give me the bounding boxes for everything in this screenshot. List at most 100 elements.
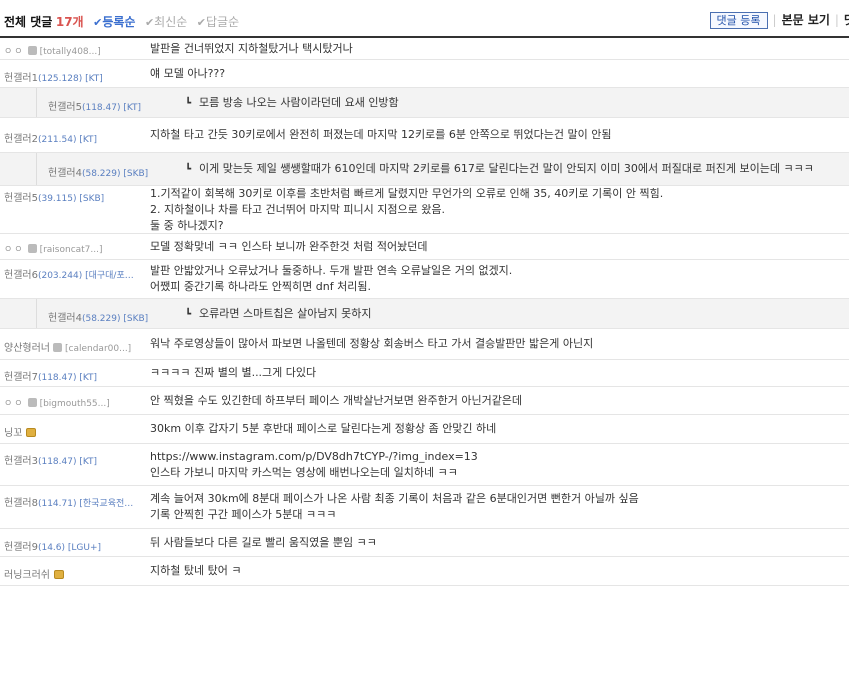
- comment-line: 워낙 주로영상들이 많아서 파보면 나올텐데 정황상 회송버스 타고 가서 결승…: [150, 336, 593, 352]
- comment-author[interactable]: 헌갤러5(39.115) [SKB]: [4, 189, 144, 204]
- author-ip: (114.71) [한국교육전…: [37, 499, 134, 509]
- comment-row: ㅇㅇ [bigmouth55...] 안 찍혔을 수도 있긴한데 하프부터 페이스 …: [0, 387, 849, 415]
- author-name[interactable]: 러닝크러쉬: [4, 570, 50, 581]
- comment-author[interactable]: 양산형러너 [calendar00...]: [4, 339, 144, 354]
- comment-text: ┗ 모름 방송 나오는 사람이라던데 요새 인방함: [185, 95, 399, 112]
- author-name[interactable]: 헌갤러9: [4, 542, 38, 553]
- comment-author[interactable]: ㅇㅇ [totally408...]: [4, 44, 144, 57]
- author-ip: [calendar00...]: [65, 344, 132, 354]
- author-name[interactable]: 양산형러너: [4, 343, 50, 354]
- author-name[interactable]: 헌갤러2: [4, 134, 38, 145]
- comment-author[interactable]: 헌갤러5(118.47) [KT]: [48, 98, 188, 113]
- comment-text: 얘 모델 아나???: [150, 66, 225, 82]
- author-name[interactable]: 헌갤러8: [4, 498, 38, 509]
- comment-row: 러닝크러쉬 지하철 탔네 탔어 ㅋ: [0, 557, 849, 586]
- comment-line: 30km 이후 갑자기 5분 후반대 페이스로 달린다는게 정황상 좀 안맞긴 …: [150, 421, 496, 437]
- comment-author[interactable]: 닝꼬: [4, 424, 144, 439]
- comment-header-left: 전체 댓글 17개 ✔등록순 ✔최신순 ✔답글순: [4, 13, 239, 30]
- comment-text: ㅋㅋㅋㅋ 진짜 별의 별...그게 다있다: [150, 365, 316, 381]
- author-name[interactable]: ㅇㅇ: [4, 245, 25, 255]
- comment-line-text: 모름 방송 나오는 사람이라던데 요새 인방함: [199, 96, 399, 109]
- author-name[interactable]: 닝꼬: [4, 428, 22, 439]
- more-link[interactable]: 댓: [844, 13, 849, 27]
- comment-row: 헌갤러3(118.47) [KT] https://www.instagram.c…: [0, 444, 849, 486]
- comment-text: ┗ 이게 맞는듯 제일 쌩쌩할때가 610인데 마지막 2키로를 617로 달린다…: [185, 161, 814, 178]
- comment-text: 계속 늘어져 30km에 8분대 페이스가 나온 사람 최종 기록이 처음과 같…: [150, 491, 639, 523]
- comment-text: 워낙 주로영상들이 많아서 파보면 나올텐데 정황상 회송버스 타고 가서 결승…: [150, 336, 593, 352]
- comment-text: 모델 정확맞네 ㅋㅋ 인스타 보니까 완주한것 처럼 적어놨던데: [150, 239, 427, 255]
- comment-author[interactable]: ㅇㅇ [raisoncat7...]: [4, 242, 144, 255]
- comment-author[interactable]: 헌갤러2(211.54) [KT]: [4, 130, 144, 145]
- author-name[interactable]: 헌갤러4: [48, 168, 82, 179]
- comment-line: 발판 안밟았거나 오류났거나 둘중하나. 두개 발판 연속 오류날일은 거의 없…: [150, 263, 512, 279]
- comment-line-text: 오류라면 스마트칩은 살아남지 못하지: [199, 307, 372, 320]
- member-icon: [54, 570, 64, 579]
- comment-text: 30km 이후 갑자기 5분 후반대 페이스로 달린다는게 정황상 좀 안맞긴 …: [150, 421, 496, 437]
- comment-line: ┗ 모름 방송 나오는 사람이라던데 요새 인방함: [185, 95, 399, 112]
- author-name[interactable]: 헌갤러3: [4, 456, 38, 467]
- comment-line: 지하철 탔네 탔어 ㅋ: [150, 563, 241, 579]
- comment-line: 기록 안찍힌 구간 페이스가 5분대 ㅋㅋㅋ: [150, 507, 639, 523]
- comment-author[interactable]: 헌갤러8(114.71) [한국교육전…: [4, 494, 144, 509]
- author-name[interactable]: 헌갤러1: [4, 73, 38, 84]
- reply-row: 헌갤러4(58.229) [SKB] ┗ 이게 맞는듯 제일 쌩쌩할때가 610인데…: [0, 153, 849, 186]
- author-ip: (58.229) [SKB]: [81, 314, 149, 324]
- divider: |: [772, 13, 777, 27]
- comment-text: ┗ 오류라면 스마트칩은 살아남지 못하지: [185, 306, 371, 323]
- comment-line-text: 워낙 주로영상들이 많아서 파보면 나올텐데 정황상 회송버스 타고 가서 결승…: [150, 337, 594, 350]
- comment-text: 뒤 사람들보다 다른 길로 빨리 움직였을 뿐임 ㅋㅋ: [150, 535, 377, 551]
- fixed-nick-icon: [27, 46, 37, 55]
- reply-row: 헌갤러5(118.47) [KT] ┗ 모름 방송 나오는 사람이라던데 요새 인방…: [0, 88, 849, 118]
- comment-line-text: https://www.instagram.com/p/DV8dh7tCYP-/…: [150, 450, 478, 463]
- author-ip: (118.47) [KT]: [37, 457, 98, 467]
- comment-author[interactable]: ㅇㅇ [bigmouth55...]: [4, 396, 144, 409]
- reply-arrow-icon: ┗: [185, 309, 192, 320]
- comment-line-text: 모델 정확맞네 ㅋㅋ 인스타 보니까 완주한것 처럼 적어놨던데: [150, 240, 428, 253]
- comment-author[interactable]: 헌갤러4(58.229) [SKB]: [48, 309, 188, 324]
- comment-header-actions: 댓글 등록 | 본문 보기 | 댓: [709, 11, 849, 29]
- author-name[interactable]: 헌갤러6: [4, 270, 38, 281]
- author-name[interactable]: ㅇㅇ: [4, 399, 25, 409]
- comment-line: ┗ 오류라면 스마트칩은 살아남지 못하지: [185, 306, 371, 323]
- comment-line: 계속 늘어져 30km에 8분대 페이스가 나온 사람 최종 기록이 처음과 같…: [150, 491, 639, 507]
- author-name[interactable]: 헌갤러4: [48, 313, 82, 324]
- comment-count: 17개: [55, 15, 84, 29]
- fixed-nick-icon: [53, 343, 62, 352]
- sort-by-registered[interactable]: ✔등록순: [93, 15, 135, 29]
- comment-line-text: 뒤 사람들보다 다른 길로 빨리 움직였을 뿐임 ㅋㅋ: [150, 536, 377, 549]
- comment-line-text: 1.기적같이 회복해 30키로 이후를 초반처럼 빠르게 달렸지만 무언가의 오…: [150, 187, 664, 200]
- comment-author[interactable]: 헌갤러9(14.6) [LGU+]: [4, 538, 144, 553]
- comment-line-text: 계속 늘어져 30km에 8분대 페이스가 나온 사람 최종 기록이 처음과 같…: [150, 492, 639, 505]
- author-ip: (14.6) [LGU+]: [37, 543, 102, 553]
- comment-row: 헌갤러1(125.128) [KT] 얘 모델 아나???: [0, 60, 849, 88]
- sort-label: 답글순: [206, 15, 240, 29]
- author-name[interactable]: 헌갤러7: [4, 372, 38, 383]
- sort-by-latest[interactable]: ✔최신순: [145, 15, 187, 29]
- author-name[interactable]: ㅇㅇ: [4, 47, 25, 57]
- comment-author[interactable]: 헌갤러4(58.229) [SKB]: [48, 164, 188, 179]
- comment-line: ┗ 이게 맞는듯 제일 쌩쌩할때가 610인데 마지막 2키로를 617로 달린다…: [185, 161, 814, 178]
- view-post-link[interactable]: 본문 보기: [782, 13, 830, 27]
- comment-line: 1.기적같이 회복해 30키로 이후를 초반처럼 빠르게 달렸지만 무언가의 오…: [150, 186, 663, 202]
- comment-author[interactable]: 러닝크러쉬: [4, 566, 144, 581]
- sort-by-replies[interactable]: ✔답글순: [197, 15, 239, 29]
- comment-line-text: ㅋㅋㅋㅋ 진짜 별의 별...그게 다있다: [150, 366, 317, 379]
- comment-line: 발판을 건너뛰었지 지하철탔거나 택시탔거나: [150, 41, 353, 57]
- comment-author[interactable]: 헌갤러3(118.47) [KT]: [4, 452, 144, 467]
- comment-line-text: 인스타 가보니 마지막 카스먹는 영상에 배번나오는데 일치하네 ㅋㅋ: [150, 466, 458, 479]
- comment-author[interactable]: 헌갤러6(203.244) [대구대/포…: [4, 266, 144, 281]
- author-ip: (125.128) [KT]: [37, 74, 103, 84]
- comment-text: 1.기적같이 회복해 30키로 이후를 초반처럼 빠르게 달렸지만 무언가의 오…: [150, 186, 663, 234]
- register-comment-button[interactable]: 댓글 등록: [709, 12, 768, 29]
- author-name[interactable]: 헌갤러5: [48, 102, 82, 113]
- author-name[interactable]: 헌갤러5: [4, 193, 38, 204]
- author-ip: (211.54) [KT]: [37, 135, 98, 145]
- comment-line-text: 지하철 탔네 탔어 ㅋ: [150, 564, 242, 577]
- comment-total-label: 전체 댓글: [4, 15, 53, 29]
- comment-author[interactable]: 헌갤러7(118.47) [KT]: [4, 368, 144, 383]
- comment-header: 전체 댓글 17개 ✔등록순 ✔최신순 ✔답글순 댓글 등록|본문 보기|댓: [0, 0, 849, 38]
- comment-line: 얘 모델 아나???: [150, 66, 225, 82]
- comment-line-text: 안 찍혔을 수도 있긴한데 하프부터 페이스 개박살난거보면 완주한거 아닌거같…: [150, 394, 523, 407]
- comment-author[interactable]: 헌갤러1(125.128) [KT]: [4, 69, 144, 84]
- comment-text: https://www.instagram.com/p/DV8dh7tCYP-/…: [150, 449, 478, 481]
